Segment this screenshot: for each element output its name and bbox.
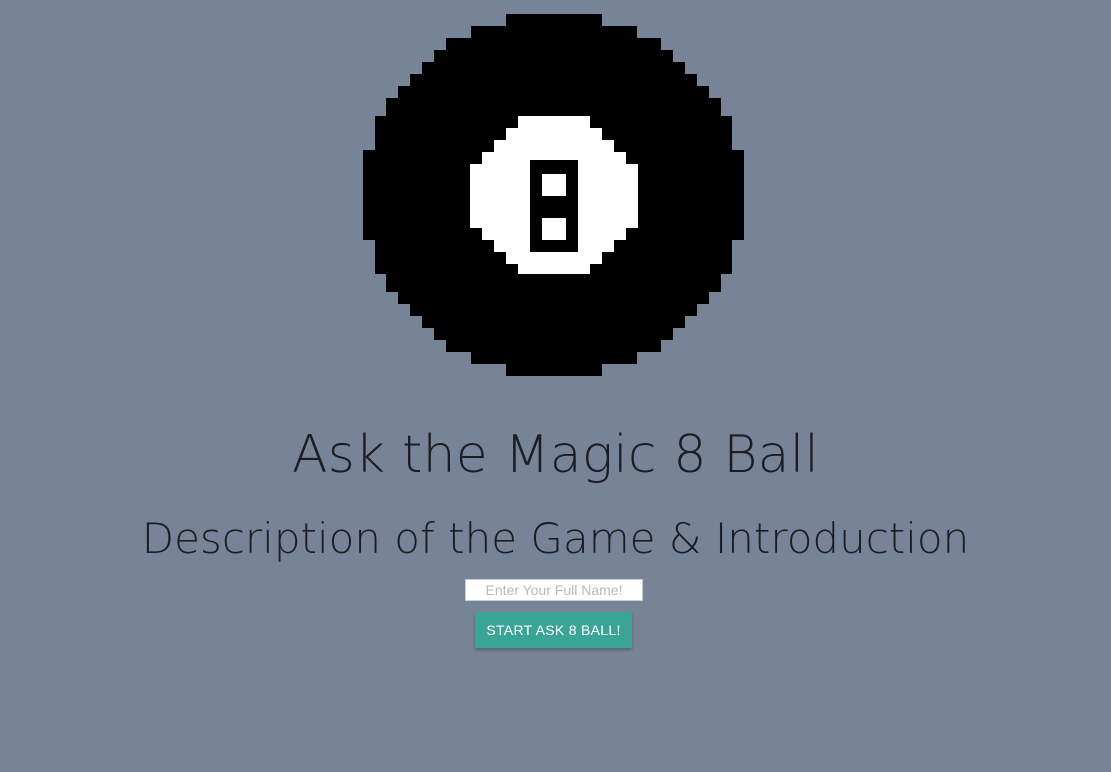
eight-ball-logo	[363, 14, 744, 376]
full-name-input[interactable]	[465, 579, 643, 601]
start-button[interactable]: START ASK 8 BALL!	[475, 612, 632, 648]
eight-ball-icon	[363, 14, 744, 376]
page-title: Ask the Magic 8 Ball	[291, 425, 820, 485]
ball-digit-8	[530, 160, 578, 252]
page-subtitle: Description of the Game & Introduction	[141, 514, 970, 563]
